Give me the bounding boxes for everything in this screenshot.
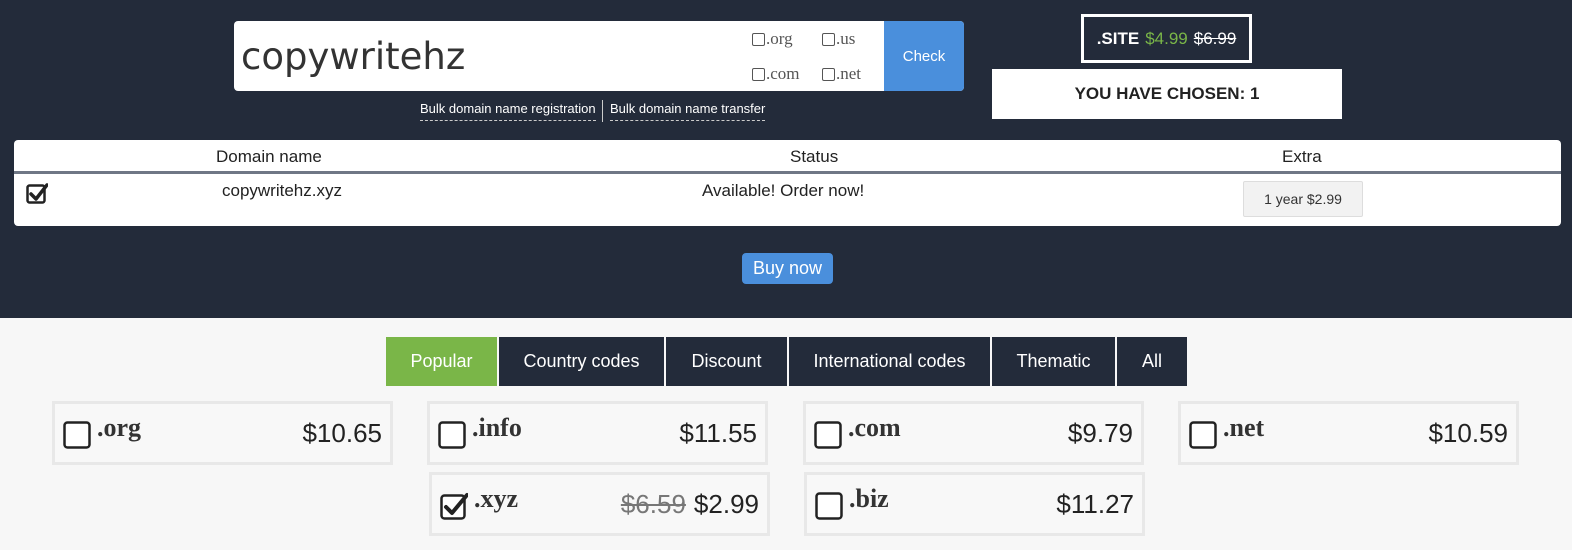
option-net[interactable]: .net (822, 64, 861, 84)
tab-country-codes[interactable]: Country codes (499, 337, 664, 386)
top-panel: .org .us .com .net Check Bulk domain nam… (0, 0, 1572, 318)
tld-card-xyz[interactable]: .xyz $6.59 $2.99 (429, 472, 770, 536)
buy-now-button[interactable]: Buy now (742, 253, 833, 284)
promo-extension: .SITE (1096, 28, 1140, 48)
checkbox-icon (752, 32, 765, 46)
tld-price: $9.79 (1067, 418, 1133, 448)
option-label: .us (836, 29, 856, 48)
option-label: .org (766, 29, 793, 48)
domain-search-input[interactable] (234, 21, 746, 91)
checkbox-icon[interactable] (438, 421, 466, 449)
checked-checkbox-icon[interactable] (440, 492, 468, 520)
bulk-transfer-link[interactable]: Bulk domain name transfer (610, 101, 766, 121)
tab-thematic[interactable]: Thematic (992, 337, 1115, 386)
checkbox-icon[interactable] (815, 492, 843, 520)
tab-discount[interactable]: Discount (666, 337, 787, 386)
option-us[interactable]: .us (822, 29, 855, 49)
tld-card-biz[interactable]: .biz $11.27 (804, 472, 1145, 536)
checkbox-icon (822, 67, 835, 81)
tld-price: $10.65 (302, 418, 382, 448)
tld-name: .info (472, 413, 522, 442)
header-extra: Extra (1282, 147, 1322, 166)
results-table: Domain name Status Extra copywritehz.xyz… (14, 140, 1561, 226)
promo-badge[interactable]: .SITE $4.99 $6.99 (1081, 14, 1252, 63)
result-domain: copywritehz.xyz (222, 181, 342, 200)
checkbox-icon[interactable] (814, 421, 842, 449)
tab-international-codes[interactable]: International codes (789, 337, 990, 386)
checkbox-icon (752, 67, 765, 81)
tld-old-price: $6.59 (620, 489, 686, 519)
tld-card-net[interactable]: .net $10.59 (1178, 401, 1519, 465)
checkbox-icon[interactable] (1189, 421, 1217, 449)
promo-price: $4.99 (1145, 28, 1188, 48)
checked-checkbox-icon[interactable] (26, 182, 48, 204)
promo-old-price: $6.99 (1193, 28, 1237, 48)
tld-name: .xyz (474, 484, 519, 513)
checkbox-icon[interactable] (63, 421, 91, 449)
tld-card-org[interactable]: .org $10.65 (52, 401, 393, 465)
bulk-registration-link[interactable]: Bulk domain name registration (420, 101, 596, 121)
option-com[interactable]: .com (752, 64, 800, 84)
tld-category-tabs: Popular Country codes Discount Internati… (386, 337, 1187, 386)
tab-all[interactable]: All (1117, 337, 1187, 386)
option-org[interactable]: .org (752, 29, 793, 49)
tld-name: .biz (849, 484, 889, 513)
tld-card-info[interactable]: .info $11.55 (427, 401, 768, 465)
tld-card-com[interactable]: .com $9.79 (803, 401, 1144, 465)
tld-name: .net (1223, 413, 1265, 442)
tab-popular[interactable]: Popular (386, 337, 497, 386)
domain-search-bar: .org .us .com .net Check (234, 21, 964, 91)
tld-price-group: $6.59 $2.99 (621, 489, 759, 520)
result-status: Available! Order now! (702, 181, 865, 200)
option-label: .com (766, 64, 800, 83)
tld-price: $2.99 (693, 489, 759, 519)
extra-period-button[interactable]: 1 year $2.99 (1243, 181, 1363, 217)
header-domain-name: Domain name (216, 147, 322, 166)
header-status: Status (790, 147, 839, 166)
checkbox-icon (822, 32, 835, 46)
link-divider (602, 100, 603, 122)
chosen-counter: YOU HAVE CHOSEN: 1 (992, 69, 1342, 119)
table-header: Domain name Status Extra (14, 140, 1561, 174)
tld-price: $11.27 (1056, 489, 1134, 519)
check-button[interactable]: Check (884, 21, 964, 91)
tld-price: $10.59 (1428, 418, 1508, 448)
option-label: .net (836, 64, 862, 83)
tld-price: $11.55 (679, 418, 757, 448)
tld-name: .com (848, 413, 901, 442)
tld-name: .org (97, 413, 142, 442)
